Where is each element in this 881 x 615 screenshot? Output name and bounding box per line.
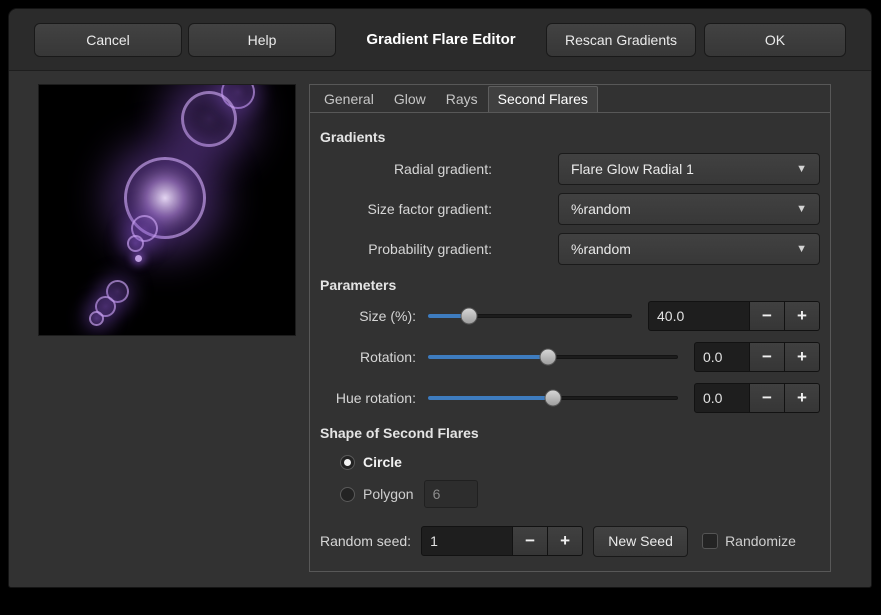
size-spinbox: 40.0 − +	[648, 301, 820, 331]
size-factor-gradient-dropdown[interactable]: %random ▼	[558, 193, 820, 225]
rotation-decrease-button[interactable]: −	[750, 342, 785, 372]
hue-rotation-label: Hue rotation:	[320, 390, 416, 406]
flare-ring	[181, 91, 237, 147]
rotation-spinbox: 0.0 − +	[694, 342, 820, 372]
slider-handle[interactable]	[545, 390, 562, 407]
size-decrease-button[interactable]: −	[750, 301, 785, 331]
seed-increase-button[interactable]: +	[548, 526, 583, 556]
chevron-down-icon: ▼	[796, 203, 807, 215]
parameters-heading: Parameters	[320, 277, 820, 293]
chevron-down-icon: ▼	[796, 243, 807, 255]
radial-gradient-row: Radial gradient: Flare Glow Radial 1 ▼	[320, 153, 820, 185]
window-title: Gradient Flare Editor	[336, 31, 546, 48]
random-seed-spinbox: − +	[513, 526, 583, 556]
rotation-row: Rotation: 0.0 − +	[320, 342, 820, 372]
randomize-checkbox[interactable]	[702, 533, 718, 549]
rotation-slider[interactable]	[428, 342, 678, 372]
radial-gradient-value: Flare Glow Radial 1	[571, 161, 694, 177]
size-factor-gradient-value: %random	[571, 201, 631, 217]
size-slider[interactable]	[428, 301, 632, 331]
random-seed-label: Random seed:	[320, 533, 411, 549]
tab-general[interactable]: General	[314, 86, 384, 112]
hue-rotation-increase-button[interactable]: +	[785, 383, 820, 413]
tab-content: Gradients Radial gradient: Flare Glow Ra…	[310, 113, 830, 557]
slider-fill	[428, 355, 548, 359]
settings-panel: General Glow Rays Second Flares Gradient…	[309, 84, 831, 572]
circle-radio-label: Circle	[363, 454, 402, 470]
polygon-radio-label: Polygon	[363, 486, 414, 502]
size-value-field[interactable]: 40.0	[648, 301, 750, 331]
rotation-increase-button[interactable]: +	[785, 342, 820, 372]
rescan-gradients-button[interactable]: Rescan Gradients	[546, 23, 696, 57]
size-label: Size (%):	[320, 308, 416, 324]
tab-glow[interactable]: Glow	[384, 86, 436, 112]
rotation-label: Rotation:	[320, 349, 416, 365]
random-seed-field[interactable]: 1	[421, 526, 513, 556]
seed-decrease-button[interactable]: −	[513, 526, 548, 556]
screen: { "header": { "cancel": "Cancel", "help"…	[0, 0, 881, 615]
tab-rays[interactable]: Rays	[436, 86, 488, 112]
ok-button[interactable]: OK	[704, 23, 846, 57]
polygon-sides-field: 6	[424, 480, 478, 508]
hue-rotation-row: Hue rotation: 0.0 − +	[320, 383, 820, 413]
random-seed-row: Random seed: 1 − + New Seed Randomize	[320, 525, 820, 557]
radio-selected-dot	[344, 459, 351, 466]
probability-gradient-value: %random	[571, 241, 631, 257]
polygon-radio[interactable]	[340, 487, 355, 502]
size-factor-gradient-row: Size factor gradient: %random ▼	[320, 193, 820, 225]
gradients-heading: Gradients	[320, 129, 820, 145]
probability-gradient-row: Probability gradient: %random ▼	[320, 233, 820, 265]
hue-rotation-spinbox: 0.0 − +	[694, 383, 820, 413]
slider-fill	[428, 396, 553, 400]
chevron-down-icon: ▼	[796, 163, 807, 175]
size-increase-button[interactable]: +	[785, 301, 820, 331]
help-button[interactable]: Help	[188, 23, 336, 57]
flare-ring	[89, 311, 104, 326]
randomize-label: Randomize	[725, 533, 796, 549]
polygon-radio-row: Polygon 6	[340, 481, 820, 507]
header-bar: Cancel Help Gradient Flare Editor Rescan…	[9, 9, 871, 71]
size-row: Size (%): 40.0 − +	[320, 301, 820, 331]
gradient-flare-editor-dialog: Cancel Help Gradient Flare Editor Rescan…	[8, 8, 872, 588]
probability-gradient-dropdown[interactable]: %random ▼	[558, 233, 820, 265]
hue-rotation-value-field[interactable]: 0.0	[694, 383, 750, 413]
circle-radio-row: Circle	[340, 449, 820, 475]
hue-rotation-slider[interactable]	[428, 383, 678, 413]
flare-dot	[135, 255, 142, 262]
slider-handle[interactable]	[540, 349, 557, 366]
cancel-button[interactable]: Cancel	[34, 23, 182, 57]
hue-rotation-decrease-button[interactable]: −	[750, 383, 785, 413]
size-factor-gradient-label: Size factor gradient:	[320, 201, 492, 217]
flare-ring	[127, 235, 144, 252]
rotation-value-field[interactable]: 0.0	[694, 342, 750, 372]
dialog-body: General Glow Rays Second Flares Gradient…	[9, 71, 871, 588]
flare-preview	[38, 84, 296, 336]
radial-gradient-dropdown[interactable]: Flare Glow Radial 1 ▼	[558, 153, 820, 185]
tab-bar: General Glow Rays Second Flares	[310, 85, 830, 113]
new-seed-button[interactable]: New Seed	[593, 526, 688, 557]
radial-gradient-label: Radial gradient:	[320, 161, 492, 177]
shape-heading: Shape of Second Flares	[320, 425, 820, 441]
circle-radio[interactable]	[340, 455, 355, 470]
slider-handle[interactable]	[460, 308, 477, 325]
tab-second-flares[interactable]: Second Flares	[488, 86, 598, 112]
probability-gradient-label: Probability gradient:	[320, 241, 492, 257]
